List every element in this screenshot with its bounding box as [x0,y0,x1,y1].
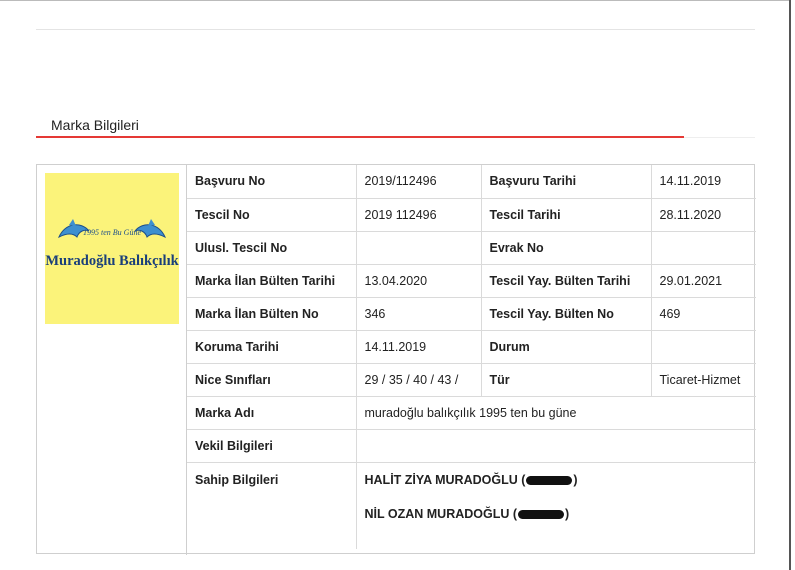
ilan-bulten-no-label: Marka İlan Bülten No [187,297,357,331]
ulusl-tescil-no-value [356,231,482,265]
tescil-yay-bulten-no-value: 469 [651,297,756,331]
trademark-logo-image[interactable]: 1995 ten Bu Güne Muradoğlu Balıkçılık [45,173,179,324]
nice-siniflari-value: 29 / 35 / 40 / 43 / [356,363,482,397]
nice-siniflari-label: Nice Sınıfları [187,363,357,397]
marka-adi-value: muradoğlu balıkçılık 1995 ten bu güne [356,396,756,430]
owner-close: ) [573,472,578,487]
svg-text:1995 ten Bu Güne: 1995 ten Bu Güne [83,228,141,237]
table-row: Ulusl. Tescil No Evrak No [187,231,756,265]
table-row: Başvuru No 2019/112496 Başvuru Tarihi 14… [187,165,756,199]
basvuru-tarihi-value: 14.11.2019 [651,165,756,199]
table-row: Tescil No 2019 112496 Tescil Tarihi 28.1… [187,198,756,232]
basvuru-no-label: Başvuru No [187,165,357,199]
logo-cell: 1995 ten Bu Güne Muradoğlu Balıkçılık [37,165,187,555]
vekil-bilgileri-value [356,429,756,463]
owner-line: HALİT ZİYA MURADOĞLU () [365,473,757,507]
owner-close: ) [565,506,570,521]
owner-line: NİL OZAN MURADOĞLU () [365,507,757,541]
table-row: Marka Adı muradoğlu balıkçılık 1995 ten … [187,396,756,430]
tescil-tarihi-label: Tescil Tarihi [481,198,652,232]
tescil-yay-bulten-tarihi-label: Tescil Yay. Bülten Tarihi [481,264,652,298]
dolphin-logo-icon: 1995 ten Bu Güne Muradoğlu Balıkçılık [45,219,179,269]
owner-name: HALİT ZİYA MURADOĞLU ( [364,472,526,487]
ilan-bulten-tarihi-value: 13.04.2020 [356,264,482,298]
koruma-tarihi-label: Koruma Tarihi [187,330,357,364]
tescil-no-label: Tescil No [187,198,357,232]
table-row: Marka İlan Bülten No 346 Tescil Yay. Bül… [187,297,756,331]
window-right-border [789,0,791,570]
durum-value [651,330,756,364]
tescil-yay-bulten-tarihi-value: 29.01.2021 [651,264,756,298]
sahip-bilgileri-value: HALİT ZİYA MURADOĞLU () NİL OZAN MURADOĞ… [356,462,756,549]
redacted-id [518,509,565,519]
koruma-tarihi-value: 14.11.2019 [356,330,482,364]
section-title-underline [36,136,684,138]
tur-label: Tür [481,363,652,397]
section-title-underline-rest [684,137,755,138]
owner-name: NİL OZAN MURADOĞLU ( [364,506,518,521]
table-row: Vekil Bilgileri [187,429,756,463]
ilan-bulten-no-value: 346 [356,297,482,331]
basvuru-no-value: 2019/112496 [356,165,482,199]
sahip-bilgileri-label: Sahip Bilgileri [187,462,357,549]
top-divider [36,29,755,30]
svg-text:Muradoğlu Balıkçılık: Muradoğlu Balıkçılık [45,253,179,269]
window-top-border [0,0,791,1]
tescil-no-value: 2019 112496 [356,198,482,232]
durum-label: Durum [481,330,652,364]
table-row: Marka İlan Bülten Tarihi 13.04.2020 Tesc… [187,264,756,298]
tescil-tarihi-value: 28.11.2020 [651,198,756,232]
section-title: Marka Bilgileri [51,117,139,133]
ilan-bulten-tarihi-label: Marka İlan Bülten Tarihi [187,264,357,298]
ulusl-tescil-no-label: Ulusl. Tescil No [187,231,357,265]
trademark-info-panel: 1995 ten Bu Güne Muradoğlu Balıkçılık Ba… [36,164,756,555]
redacted-id [526,475,573,485]
table-row: Nice Sınıfları 29 / 35 / 40 / 43 / Tür T… [187,363,756,397]
vekil-bilgileri-label: Vekil Bilgileri [187,429,357,463]
marka-adi-label: Marka Adı [187,396,357,430]
table-row: Koruma Tarihi 14.11.2019 Durum [187,330,756,364]
evrak-no-label: Evrak No [481,231,652,265]
evrak-no-value [651,231,756,265]
basvuru-tarihi-label: Başvuru Tarihi [481,165,652,199]
trademark-info-table: Başvuru No 2019/112496 Başvuru Tarihi 14… [187,165,756,549]
tur-value: Ticaret-Hizmet [651,363,756,397]
table-row: Sahip Bilgileri HALİT ZİYA MURADOĞLU () … [187,462,756,549]
tescil-yay-bulten-no-label: Tescil Yay. Bülten No [481,297,652,331]
